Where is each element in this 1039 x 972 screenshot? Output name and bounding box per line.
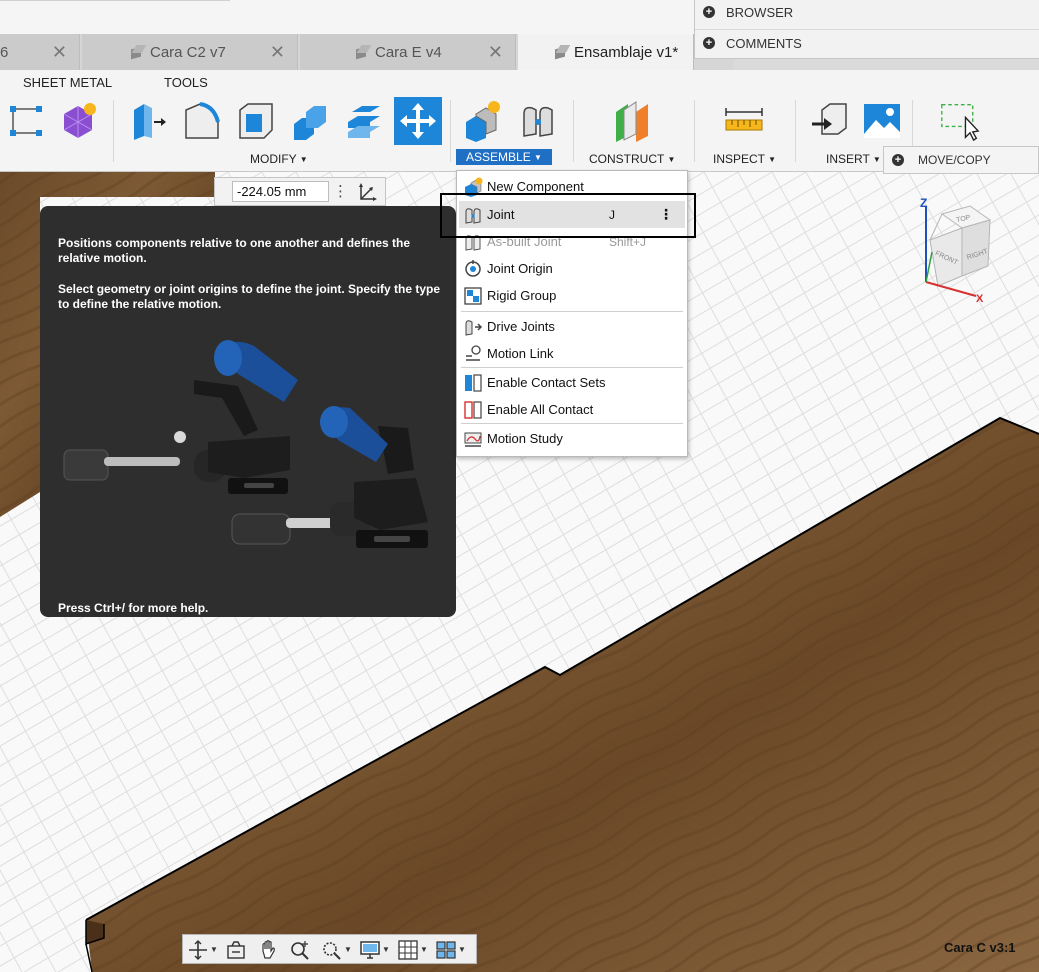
joint-tool-icon[interactable] [518, 100, 558, 142]
tab-label: 6 [0, 43, 9, 61]
assemble-menu-button[interactable]: ASSEMBLE ▼ [456, 149, 552, 165]
close-icon[interactable]: ✕ [270, 42, 285, 63]
document-icon [130, 45, 144, 59]
orbit-icon[interactable] [187, 939, 209, 961]
move-copy-tooltip: + MOVE/COPY [883, 146, 1039, 174]
tab-sheet-metal[interactable]: SHEET METAL [23, 75, 112, 90]
close-icon[interactable]: ✕ [52, 42, 67, 63]
menu-item-rigid-group[interactable]: Rigid Group [459, 282, 685, 309]
display-settings-icon[interactable] [359, 939, 381, 961]
tab-label: Ensamblaje v1* [574, 43, 679, 61]
viewcube[interactable]: TOP FRONT RIGHT Z X [912, 192, 1012, 312]
insert-canvas-icon[interactable] [862, 100, 902, 142]
document-icon [554, 45, 568, 59]
pan-hand-icon[interactable] [257, 939, 279, 961]
joint-origin-icon [465, 259, 481, 277]
comments-label: COMMENTS [726, 35, 802, 51]
menu-item-label: Motion Link [487, 346, 554, 361]
modify-menu[interactable]: MODIFY ▼ [250, 152, 308, 166]
expand-plus-icon: + [703, 6, 715, 18]
clamp-illustration [63, 340, 428, 548]
menu-item-label: Joint Origin [487, 261, 553, 276]
tab-label: Cara E v4 [375, 43, 442, 61]
menu-item-motion-study[interactable]: Motion Study [459, 425, 685, 452]
select-box-icon[interactable] [940, 100, 980, 142]
joint-highlight-box [440, 193, 696, 238]
tooltip-description: Positions components relative to one ano… [58, 236, 411, 265]
browser-comments-panel: + BROWSER + COMMENTS [694, 0, 1039, 59]
inspect-label: INSPECT [713, 152, 765, 166]
menu-item-label: Rigid Group [487, 288, 557, 303]
browser-label: BROWSER [726, 4, 794, 20]
options-dots-icon[interactable]: ⋮ [333, 182, 348, 200]
menu-item-label: Enable Contact Sets [487, 375, 606, 390]
menu-item-enable-all-contact[interactable]: Enable All Contact [459, 396, 685, 423]
close-icon[interactable]: ✕ [488, 42, 503, 63]
offset-face-icon[interactable] [344, 100, 384, 142]
document-tab-active[interactable]: Ensamblaje v1* [518, 34, 694, 70]
document-icon [355, 45, 369, 59]
menu-item-joint-origin[interactable]: Joint Origin [459, 255, 685, 282]
measure-icon[interactable] [724, 100, 764, 142]
construct-label: CONSTRUCT [589, 152, 665, 166]
document-tab-3[interactable]: Cara E v4 ✕ [300, 34, 516, 70]
tooltip-instructions: Select geometry or joint origins to defi… [58, 282, 441, 311]
menu-item-label: Motion Study [487, 431, 563, 446]
fit-zoom-icon[interactable] [321, 939, 343, 961]
press-pull-icon[interactable] [128, 100, 168, 142]
sketch-points-icon[interactable] [6, 100, 46, 142]
tab-tools[interactable]: TOOLS [164, 75, 208, 90]
zoom-icon[interactable] [289, 939, 311, 961]
new-component-tool-icon[interactable] [462, 100, 502, 142]
joint-help-tooltip: Positions components relative to one ano… [40, 206, 456, 617]
offset-plane-icon[interactable] [612, 100, 652, 142]
shell-icon[interactable] [236, 100, 276, 142]
form-create-icon[interactable] [58, 100, 98, 142]
motion-study-icon [464, 432, 482, 447]
move-copy-icon[interactable] [394, 97, 442, 145]
insert-label: INSERT [826, 152, 870, 166]
fillet-icon[interactable] [182, 100, 222, 142]
move-copy-label: MOVE/COPY [918, 153, 991, 167]
axis-z-label: Z [920, 196, 927, 210]
active-component-label: Cara C v3:1 [944, 940, 1016, 955]
menu-item-enable-contact-sets[interactable]: Enable Contact Sets [459, 369, 685, 396]
viewports-icon[interactable] [435, 939, 457, 961]
axis-x-label: X [976, 293, 984, 305]
comments-toggle[interactable]: + COMMENTS [703, 31, 802, 55]
distance-input[interactable] [232, 181, 329, 202]
inspect-menu[interactable]: INSPECT ▼ [713, 152, 776, 166]
menu-item-motion-link[interactable]: Motion Link [459, 340, 685, 367]
expand-plus-icon: + [703, 37, 715, 49]
menu-item-label: Enable All Contact [487, 402, 594, 417]
contact-sets-icon [465, 373, 482, 392]
combine-icon[interactable] [290, 100, 330, 142]
insert-derive-icon[interactable] [810, 100, 850, 142]
modify-label: MODIFY [250, 152, 297, 166]
insert-menu[interactable]: INSERT ▼ [826, 152, 881, 166]
grid-settings-icon[interactable] [397, 939, 419, 961]
menu-item-drive-joints[interactable]: Drive Joints [459, 313, 685, 340]
document-tab-2[interactable]: Cara C2 v7 ✕ [82, 34, 298, 70]
menu-item-label: Drive Joints [487, 319, 555, 334]
tooltip-footer: Press Ctrl+/ for more help. [58, 601, 209, 615]
axis-triad-icon[interactable] [355, 181, 379, 203]
construct-menu[interactable]: CONSTRUCT ▼ [589, 152, 675, 166]
tab-label: Cara C2 v7 [150, 43, 226, 61]
browser-toggle[interactable]: + BROWSER [703, 0, 793, 24]
all-contact-icon [464, 400, 482, 419]
motion-link-icon [466, 344, 481, 361]
document-tab-1[interactable]: 6 ✕ [0, 34, 80, 70]
navigation-toolbar: ▼ ▼ ▼ ▼ ▼ [182, 934, 477, 964]
look-at-icon[interactable] [225, 939, 247, 961]
menu-item-label: New Component [487, 179, 584, 194]
drive-joints-icon [465, 319, 483, 336]
rigid-group-icon [464, 286, 482, 305]
assemble-label: ASSEMBLE [466, 150, 531, 164]
measurement-widget: ⋮ [214, 177, 386, 206]
expand-plus-icon: + [892, 154, 904, 166]
